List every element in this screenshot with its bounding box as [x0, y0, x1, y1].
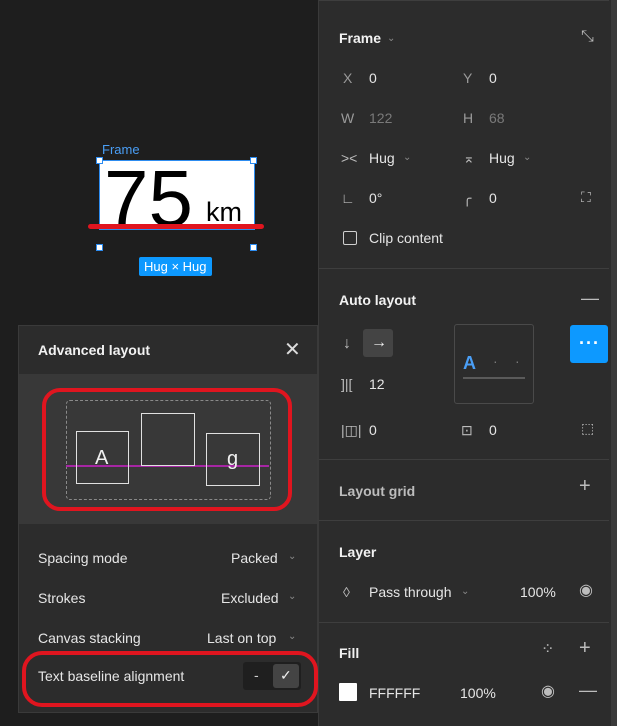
hug-width-select[interactable]: Hug — [369, 150, 395, 166]
fill-opacity-input[interactable]: 100% — [460, 685, 496, 701]
eye-icon[interactable]: ◉ — [541, 684, 555, 700]
hug-size-badge: Hug × Hug — [139, 257, 212, 276]
close-icon[interactable]: ✕ — [284, 337, 301, 362]
rotation-input[interactable]: 0° — [369, 190, 382, 206]
corner-radius-input[interactable]: 0 — [489, 190, 497, 206]
independent-corners-icon[interactable]: ⛶ — [581, 189, 591, 205]
x-label: X — [343, 70, 353, 86]
preview-box-g: g — [206, 433, 260, 486]
hug-height-icon: ⌅ — [463, 150, 475, 166]
resize-handle-tr[interactable] — [250, 157, 257, 164]
divider — [319, 622, 609, 623]
eye-icon[interactable]: ◉ — [579, 583, 593, 599]
fill-title: Fill — [339, 645, 360, 661]
h-label: H — [463, 110, 474, 126]
auto-layout-title: Auto layout — [339, 292, 416, 308]
chevron-down-icon[interactable]: ⌄ — [288, 551, 296, 562]
add-fill-icon[interactable]: + — [579, 638, 591, 658]
spacing-mode-select[interactable]: Packed — [231, 550, 278, 566]
horizontal-padding-input[interactable]: 0 — [369, 422, 377, 438]
spacing-mode-label: Spacing mode — [38, 550, 128, 566]
y-input[interactable]: 0 — [489, 70, 497, 86]
frame-section-title[interactable]: Frame — [339, 30, 381, 46]
vertical-direction-icon[interactable]: ↓ — [343, 336, 351, 352]
panel-scrollbar[interactable] — [611, 0, 617, 726]
alignment-dot[interactable]: · — [515, 353, 520, 369]
w-label: W — [341, 110, 355, 126]
preview-box-a-letter: A — [95, 447, 109, 469]
chevron-down-icon[interactable]: ⌄ — [288, 631, 296, 642]
preview-box-a: A — [76, 431, 129, 484]
horizontal-padding-icon: |◫| — [341, 422, 362, 438]
layout-grid-title: Layout grid — [339, 483, 416, 499]
chevron-down-icon[interactable]: ⌄ — [288, 591, 296, 602]
check-icon: ✓ — [280, 667, 292, 683]
preview-box-empty — [141, 413, 195, 466]
toggle-on-option[interactable]: ✓ — [273, 664, 299, 688]
chevron-down-icon[interactable]: ⌄ — [403, 152, 411, 163]
alignment-dot[interactable]: · — [493, 353, 498, 369]
divider — [319, 0, 609, 1]
layer-title: Layer — [339, 544, 377, 560]
resize-handle-tl[interactable] — [96, 157, 103, 164]
styles-icon[interactable]: ⁘ — [541, 642, 554, 658]
fill-hex-input[interactable]: FFFFFF — [369, 685, 420, 701]
chevron-down-icon[interactable]: ⌄ — [523, 152, 531, 163]
collapse-icon[interactable]: ⤡ — [581, 29, 594, 45]
y-label: Y — [463, 70, 473, 86]
blend-mode-icon: ◊ — [343, 584, 350, 600]
alignment-baseline-line — [463, 377, 525, 379]
chevron-down-icon[interactable]: ⌄ — [461, 586, 469, 597]
vertical-padding-icon: ⊡ — [461, 422, 473, 438]
advanced-layout-popup: Advanced layout ✕ A g Spacing mode Packe… — [18, 325, 318, 713]
vertical-padding-input[interactable]: 0 — [489, 422, 497, 438]
blend-mode-select[interactable]: Pass through — [369, 584, 452, 600]
strokes-select[interactable]: Excluded — [221, 590, 279, 606]
clip-content-checkbox[interactable] — [343, 231, 357, 245]
alignment-grid[interactable]: A · · — [454, 324, 534, 404]
arrow-right-icon: → — [371, 334, 387, 351]
divider — [319, 268, 609, 269]
divider — [319, 520, 609, 521]
x-input[interactable]: 0 — [369, 70, 377, 86]
popup-title: Advanced layout — [38, 342, 151, 358]
layer-opacity-input[interactable]: 100% — [520, 584, 556, 600]
advanced-layout-button[interactable]: ··· — [570, 325, 608, 363]
fill-color-swatch[interactable] — [339, 683, 357, 701]
selected-frame[interactable]: 75 km — [99, 159, 255, 239]
resize-handle-br[interactable] — [250, 244, 257, 251]
toggle-off-option[interactable]: - — [254, 667, 259, 683]
resize-handle-bl[interactable] — [96, 244, 103, 251]
alignment-preview-letter: A — [463, 353, 476, 373]
canvas-stacking-select[interactable]: Last on top — [207, 630, 276, 646]
strokes-label: Strokes — [38, 590, 86, 606]
text-baseline-toggle[interactable]: - ✓ — [243, 662, 301, 690]
gap-input[interactable]: 12 — [369, 376, 385, 392]
corner-radius-icon: ╭ — [463, 190, 472, 206]
horizontal-direction-button[interactable]: → — [363, 329, 393, 357]
preview-box-g-letter: g — [227, 448, 239, 470]
h-input[interactable]: 68 — [489, 110, 505, 126]
chevron-down-icon[interactable]: ⌄ — [387, 33, 395, 44]
hug-height-select[interactable]: Hug — [489, 150, 515, 166]
text-baseline-label: Text baseline alignment — [38, 668, 185, 684]
canvas-stacking-label: Canvas stacking — [38, 630, 141, 646]
clip-content-label: Clip content — [369, 230, 443, 246]
remove-auto-layout-icon[interactable]: — — [581, 289, 599, 307]
properties-panel: Frame ⌄ ⤡ X 0 Y 0 W 122 H 68 >< Hug ⌄ ⌅ … — [318, 0, 617, 726]
remove-fill-icon[interactable]: — — [579, 681, 597, 699]
individual-padding-icon[interactable]: ⬚ — [581, 420, 594, 436]
more-icon: ··· — [579, 333, 600, 353]
w-input[interactable]: 122 — [369, 110, 392, 126]
hug-width-icon: >< — [341, 150, 358, 166]
baseline-highlight-line — [88, 224, 264, 229]
add-layout-grid-icon[interactable]: + — [579, 476, 591, 496]
gap-icon: ]|[ — [341, 376, 353, 392]
divider — [319, 459, 609, 460]
rotation-icon: ∟ — [341, 190, 355, 206]
